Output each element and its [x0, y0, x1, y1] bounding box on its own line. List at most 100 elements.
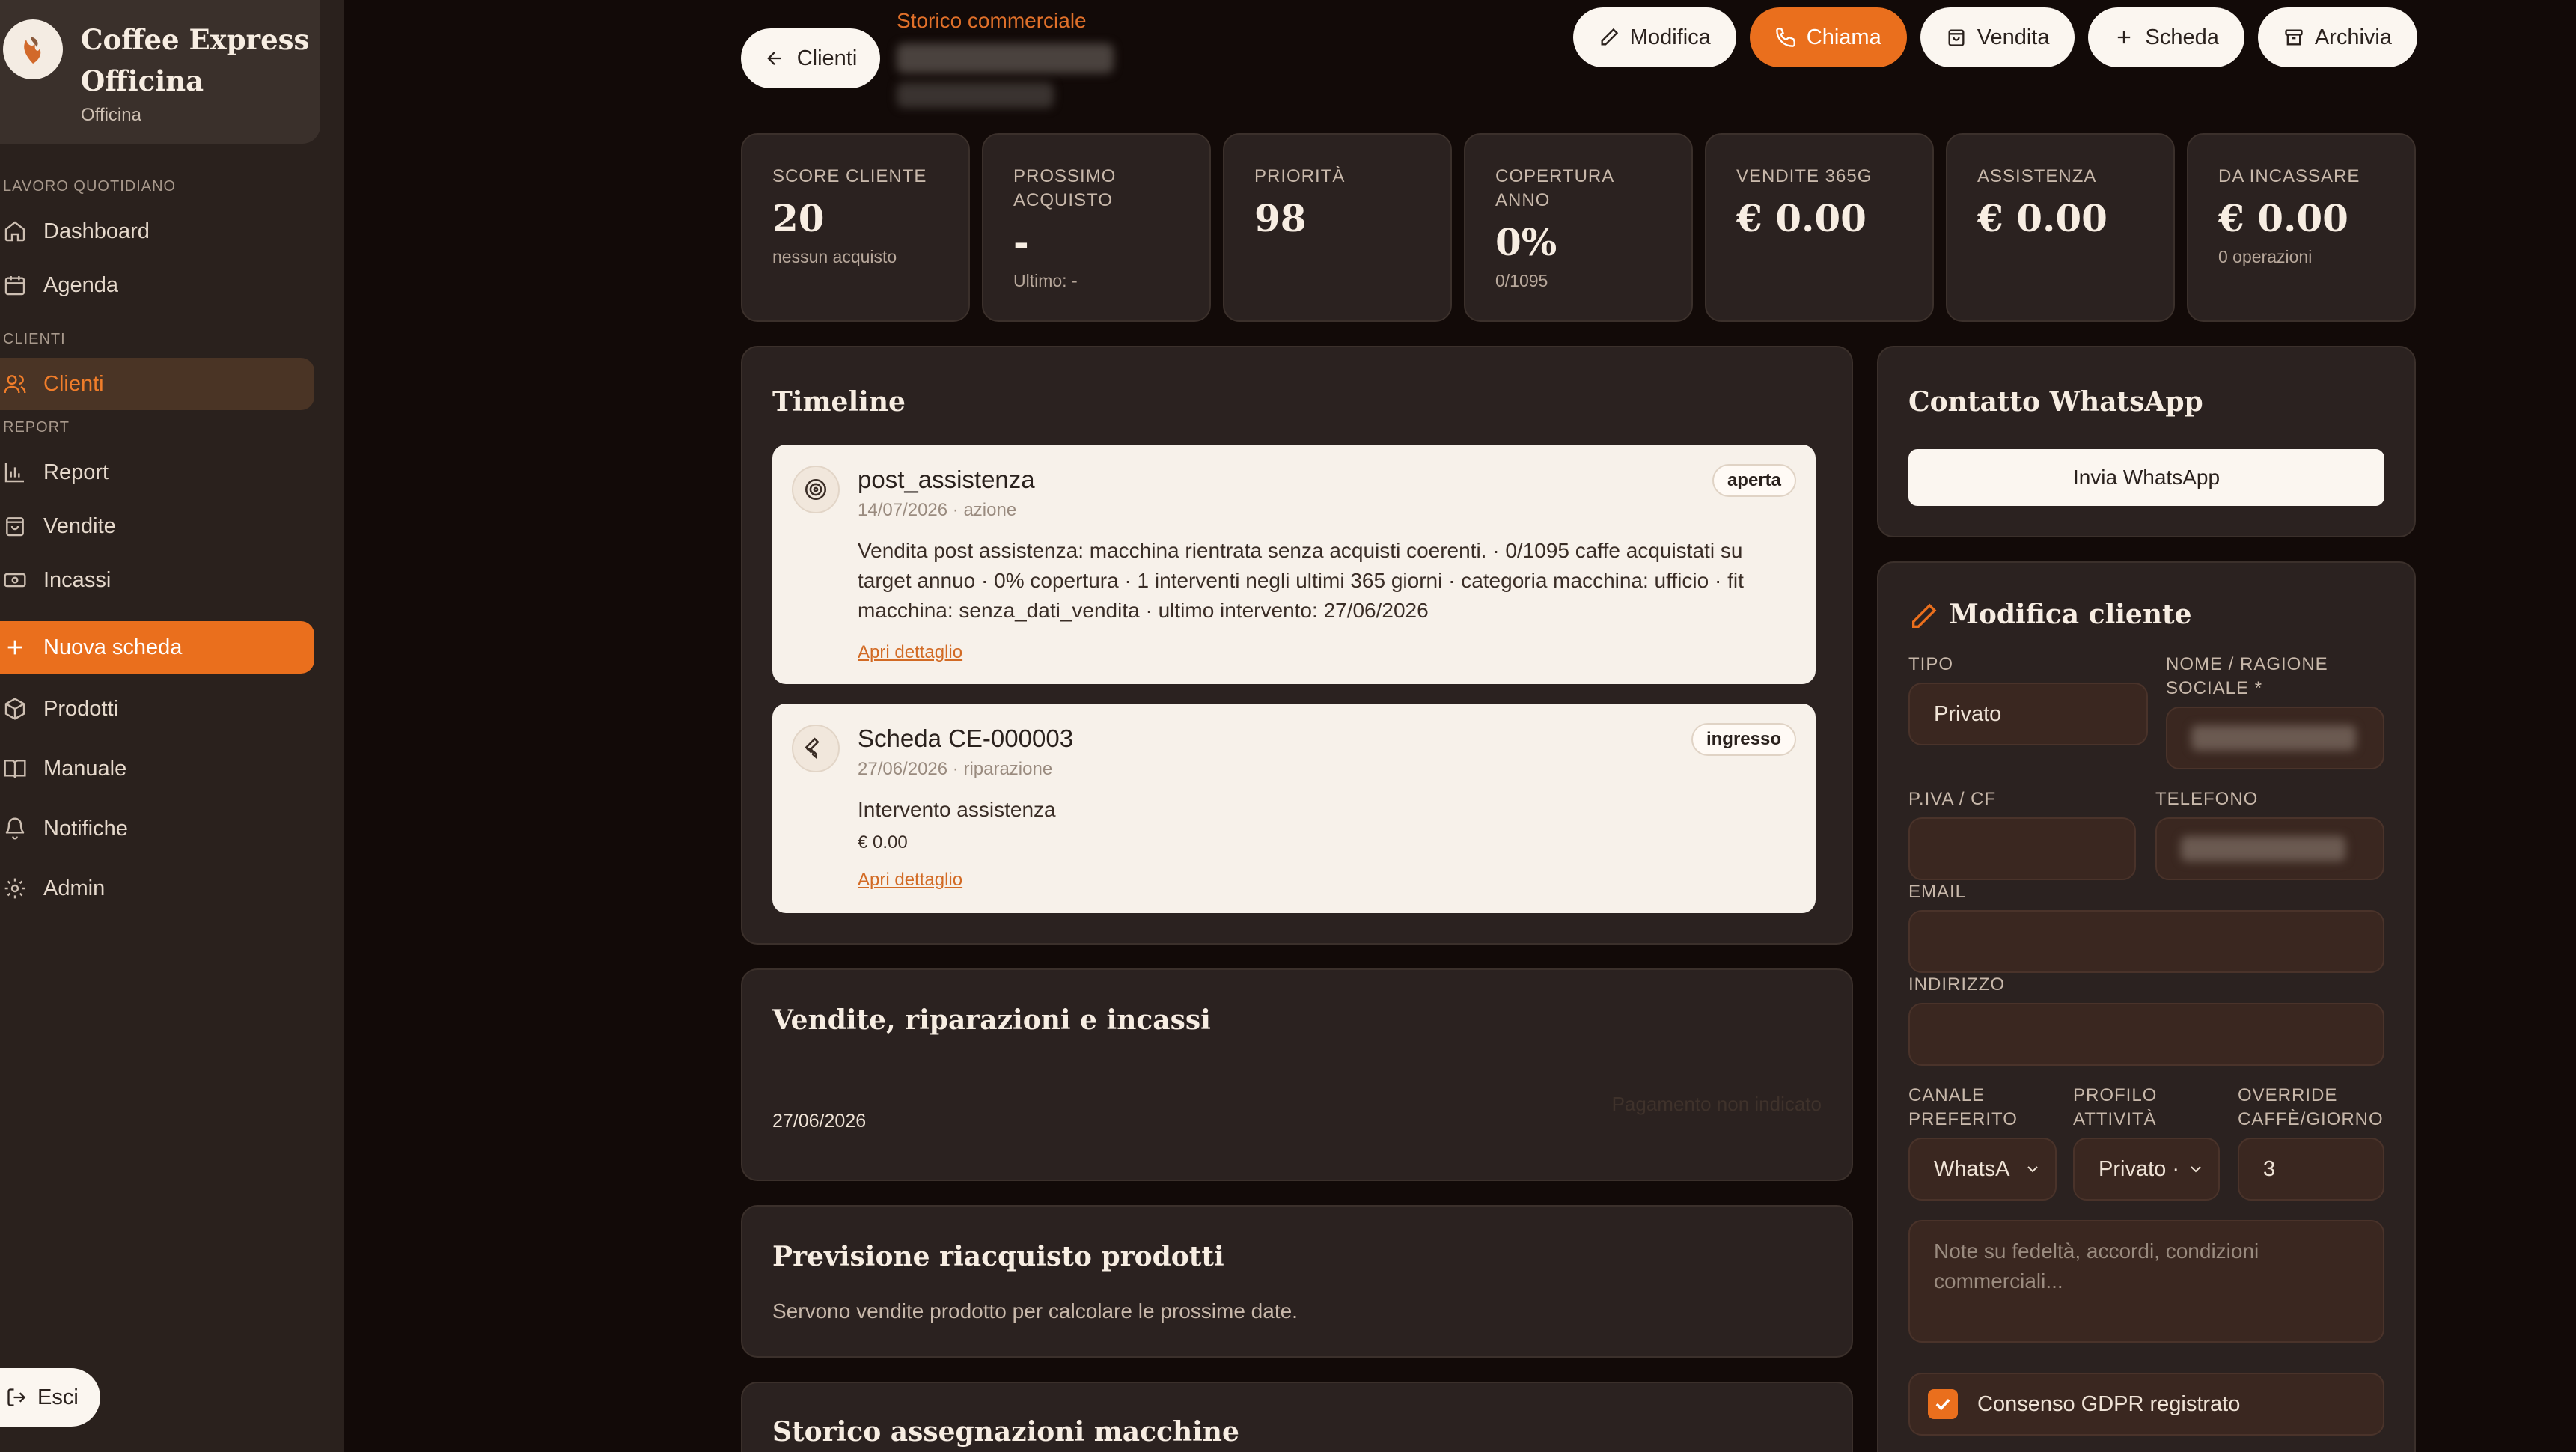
channel-select[interactable]: WhatsA [1908, 1138, 2057, 1201]
timeline-item-body: Vendita post assistenza: macchina rientr… [858, 539, 1744, 622]
profile-label: PROFILO ATTIVITÀ [2073, 1085, 2158, 1129]
client-name-redacted [897, 43, 1114, 73]
nav-section-daily: LAVORO QUOTIDIANO [3, 178, 177, 195]
sidebar-item-products[interactable]: Prodotti [0, 683, 314, 735]
profile-select[interactable]: Privato · [2073, 1138, 2220, 1201]
sidebar-item-clients[interactable]: Clienti [0, 358, 314, 410]
gdpr-consent-row[interactable]: Consenso GDPR registrato [1908, 1373, 2384, 1436]
kpi-coverage: COPERTURA ANNO 0% 0/1095 [1464, 133, 1693, 322]
phone-icon [1775, 28, 1795, 47]
client-detail-redacted [897, 82, 1054, 108]
sidebar-item-payments[interactable]: Incassi [0, 554, 314, 606]
timeline-item-title: post_assistenza [858, 466, 1035, 493]
override-input[interactable]: 3 [2238, 1138, 2384, 1201]
archive-button[interactable]: Archivia [2257, 7, 2417, 67]
timeline-title: Timeline [772, 386, 906, 418]
pencil-icon [1912, 603, 1937, 628]
vat-field[interactable] [1908, 817, 2136, 880]
shopping-bag-icon [6, 517, 24, 537]
package-icon [4, 698, 25, 720]
sales-panel-title: Vendite, riparazioni e incassi [772, 1004, 1211, 1036]
timeline-item[interactable]: Scheda CE-000003 27/06/2026 · riparazion… [772, 704, 1816, 913]
address-label: INDIRIZZO [1908, 974, 2005, 995]
archive-icon [2285, 29, 2303, 46]
send-whatsapp-button[interactable]: Invia WhatsApp [1908, 449, 2384, 506]
timeline-panel: Timeline post_assistenza 14/07/2026 · az… [741, 346, 1853, 945]
gear-icon [4, 878, 25, 899]
sidebar: Coffee Express Officina Officina LAVORO … [0, 0, 344, 1452]
bell-icon [5, 817, 25, 840]
type-label: TIPO [1908, 654, 1954, 674]
brand-card[interactable]: Coffee Express Officina Officina [0, 0, 320, 144]
chevron-down-icon [2027, 1166, 2038, 1173]
forecast-panel-title: Previsione riacquisto prodotti [772, 1241, 1224, 1272]
brand-name: Coffee Express Officina [81, 23, 310, 97]
sales-row-status: Pagamento non indicato [1611, 1093, 1822, 1115]
machines-panel-title: Storico assegnazioni macchine [772, 1416, 1239, 1448]
banknote-icon [4, 573, 26, 588]
vat-label: P.IVA / CF [1908, 789, 1997, 809]
open-detail-link[interactable]: Apri dettaglio [858, 642, 962, 663]
calendar-icon [4, 276, 25, 296]
name-field[interactable] [2166, 707, 2384, 769]
gdpr-checkbox[interactable] [1928, 1389, 1958, 1419]
sidebar-item-notifications[interactable]: Notifiche [0, 802, 314, 855]
machines-panel: Storico assegnazioni macchine [741, 1382, 1853, 1452]
type-select[interactable]: Privato [1908, 683, 2148, 745]
book-open-icon [4, 760, 26, 778]
new-card-button[interactable]: Scheda [2088, 7, 2244, 67]
call-button[interactable]: Chiama [1749, 7, 1907, 67]
name-label: NOME / RAGIONE SOCIALE * [2166, 654, 2328, 698]
whatsapp-title: Contatto WhatsApp [1908, 386, 2203, 418]
email-field[interactable] [1908, 910, 2384, 973]
kpi-assistance: ASSISTENZA € 0.00 [1946, 133, 2175, 322]
timeline-item-amount: € 0.00 [858, 832, 908, 852]
checkmark-icon [1935, 1398, 1950, 1411]
bar-chart-icon [4, 463, 24, 483]
chevron-down-icon [2191, 1166, 2201, 1173]
sidebar-item-manual[interactable]: Manuale [0, 742, 314, 795]
timeline-item-title: Scheda CE-000003 [858, 725, 1074, 752]
timeline-item-meta: 27/06/2026 · riparazione [858, 759, 1053, 779]
sidebar-item-report[interactable]: Report [0, 446, 314, 498]
status-badge: aperta [1712, 464, 1796, 497]
name-value-redacted [2191, 725, 2356, 751]
open-detail-link[interactable]: Apri dettaglio [858, 870, 962, 891]
whatsapp-panel: Contatto WhatsApp Invia WhatsApp [1877, 346, 2416, 537]
shopping-bag-icon [1948, 29, 1965, 46]
plus-icon [7, 640, 22, 655]
logout-icon [7, 1388, 26, 1406]
users-icon [4, 375, 26, 394]
sidebar-item-agenda[interactable]: Agenda [0, 259, 314, 311]
sidebar-item-new-card[interactable]: Nuova scheda [0, 621, 314, 674]
back-to-clients-button[interactable]: Clienti [741, 28, 880, 88]
plus-icon [2118, 31, 2131, 44]
wrench-icon [792, 725, 840, 772]
forecast-panel: Previsione riacquisto prodotti Servono v… [741, 1205, 1853, 1358]
logo-icon [3, 19, 63, 79]
page-eyebrow: Storico commerciale [897, 9, 1087, 32]
email-label: EMAIL [1908, 882, 1967, 902]
brand-subtitle: Officina [81, 105, 141, 125]
sale-button[interactable]: Vendita [1920, 7, 2075, 67]
timeline-item-body: Intervento assistenza [858, 798, 1056, 821]
sidebar-item-dashboard[interactable]: Dashboard [0, 205, 314, 257]
notes-textarea[interactable]: Note su fedeltà, accordi, condizioni com… [1908, 1220, 2384, 1343]
sidebar-item-admin[interactable]: Admin [0, 862, 314, 915]
logout-button[interactable]: Esci [0, 1368, 100, 1427]
nav-section-clients: CLIENTI [3, 331, 66, 347]
arrow-left-icon [766, 52, 781, 65]
timeline-item[interactable]: post_assistenza 14/07/2026 · azione aper… [772, 445, 1816, 684]
nav-section-report: REPORT [3, 419, 70, 436]
address-field[interactable] [1908, 1003, 2384, 1066]
kpi-next-purchase: PROSSIMO ACQUISTO - Ultimo: - [982, 133, 1211, 322]
sales-row-date: 27/06/2026 [772, 1111, 867, 1132]
sidebar-item-sales[interactable]: Vendite [0, 500, 314, 552]
target-icon [792, 466, 840, 513]
forecast-text: Servono vendite prodotto per calcolare l… [772, 1299, 1298, 1323]
timeline-item-meta: 14/07/2026 · azione [858, 500, 1017, 520]
pencil-icon [1601, 28, 1618, 46]
channel-label: CANALE PREFERITO [1908, 1085, 2018, 1129]
phone-field[interactable] [2155, 817, 2384, 880]
edit-button[interactable]: Modifica [1572, 7, 1736, 67]
